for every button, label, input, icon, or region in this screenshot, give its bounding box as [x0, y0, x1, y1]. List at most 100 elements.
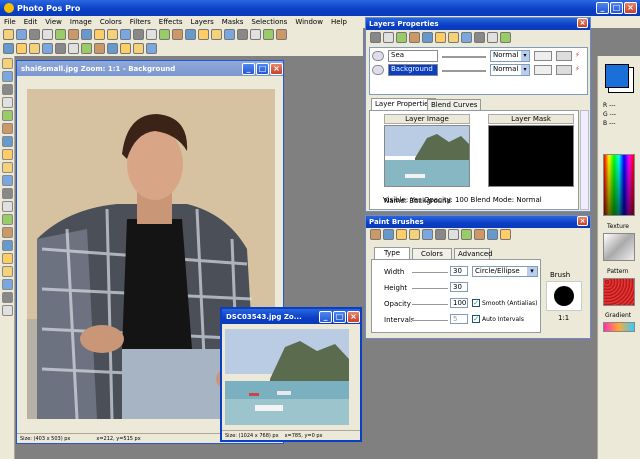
tool-text-icon[interactable]: [2, 227, 13, 238]
brightness-icon[interactable]: [81, 43, 92, 54]
intervals-slider[interactable]: [412, 320, 448, 322]
delete-layer-icon[interactable]: [383, 32, 394, 43]
filters-icon[interactable]: [133, 43, 144, 54]
print-icon[interactable]: [55, 29, 66, 40]
layers-close-button[interactable]: ×: [577, 18, 588, 28]
lock-icon[interactable]: [556, 65, 572, 75]
fx-icon[interactable]: ⚡: [575, 51, 584, 61]
tab-advanced[interactable]: Advanced: [454, 248, 493, 259]
tool-pointer-icon[interactable]: [2, 58, 13, 69]
tool-move-icon[interactable]: [2, 84, 13, 95]
chevron-down-icon[interactable]: ▾: [527, 267, 537, 276]
layer-row[interactable]: Background Normal ▾ ⚡: [370, 64, 587, 77]
close-button[interactable]: ×: [624, 2, 637, 14]
texture-swatch[interactable]: [603, 233, 635, 261]
sharpen-icon[interactable]: [120, 43, 131, 54]
minimize-button[interactable]: _: [596, 2, 609, 14]
doc1-close-button[interactable]: ×: [270, 63, 283, 75]
eyedrop-icon[interactable]: [500, 229, 511, 240]
color-spectrum[interactable]: [603, 154, 635, 216]
layer-row[interactable]: Sea Normal ▾ ⚡: [370, 50, 587, 63]
intervals-field[interactable]: 5: [450, 314, 468, 324]
opacity-slider[interactable]: [412, 304, 448, 306]
tool-dodge-icon[interactable]: [2, 266, 13, 277]
brushes-close-button[interactable]: ×: [577, 216, 588, 226]
copy-icon[interactable]: [94, 29, 105, 40]
globe-icon[interactable]: [55, 43, 66, 54]
menu-effects[interactable]: Effects: [155, 18, 187, 26]
stamp-icon[interactable]: [396, 229, 407, 240]
tool-crop-icon[interactable]: [2, 136, 13, 147]
menu-image[interactable]: Image: [66, 18, 96, 26]
blend-mode-select[interactable]: Normal ▾: [490, 50, 530, 62]
zoom-icon[interactable]: [146, 43, 157, 54]
paste2-icon[interactable]: [211, 29, 222, 40]
fx-icon[interactable]: ⚡: [575, 65, 584, 75]
pencil-icon[interactable]: [435, 229, 446, 240]
new-layer-icon[interactable]: [370, 32, 381, 43]
airbrush-icon[interactable]: [383, 229, 394, 240]
undo-icon[interactable]: [146, 29, 157, 40]
doc2-maximize-button[interactable]: □: [333, 311, 346, 323]
print-preview-icon[interactable]: [68, 29, 79, 40]
tool-shape-icon[interactable]: [2, 240, 13, 251]
spray-icon[interactable]: [422, 229, 433, 240]
marker-icon[interactable]: [409, 229, 420, 240]
smudge-icon[interactable]: [487, 229, 498, 240]
tool-magic-wand-icon[interactable]: [2, 123, 13, 134]
menu-file[interactable]: File: [0, 18, 20, 26]
flatten-icon[interactable]: [237, 29, 248, 40]
tool-smudge-icon[interactable]: [2, 253, 13, 264]
save-icon[interactable]: [29, 29, 40, 40]
tool-clone-icon[interactable]: [2, 175, 13, 186]
seascape-photo[interactable]: [225, 329, 349, 425]
menu-filters[interactable]: Filters: [126, 18, 155, 26]
redo-icon[interactable]: [159, 29, 170, 40]
brush-icon[interactable]: [370, 229, 381, 240]
new-icon[interactable]: [3, 29, 14, 40]
menu-view[interactable]: View: [41, 18, 66, 26]
cut-icon[interactable]: [172, 29, 183, 40]
tool-eyedropper-icon[interactable]: [2, 149, 13, 160]
save-as-icon[interactable]: [42, 29, 53, 40]
maximize-button[interactable]: □: [610, 2, 623, 14]
link-icon[interactable]: [534, 51, 552, 61]
menu-edit[interactable]: Edit: [20, 18, 42, 26]
tool-red-eye-icon[interactable]: [2, 279, 13, 290]
width-field[interactable]: 30: [450, 266, 468, 276]
link-icon[interactable]: [534, 65, 552, 75]
move-down-icon[interactable]: [461, 32, 472, 43]
tab-blend-curves[interactable]: Blend Curves: [427, 99, 482, 110]
crop-icon[interactable]: [133, 29, 144, 40]
doc2-close-button[interactable]: ×: [347, 311, 360, 323]
doc1-minimize-button[interactable]: _: [242, 63, 255, 75]
tool-brush-icon[interactable]: [2, 162, 13, 173]
tool-sharpen-icon[interactable]: [2, 305, 13, 316]
tab-colors[interactable]: Colors: [412, 248, 452, 259]
pattern-swatch[interactable]: [603, 278, 635, 306]
flip-v-icon[interactable]: [42, 43, 53, 54]
open-icon[interactable]: [16, 29, 27, 40]
height-slider[interactable]: [412, 288, 448, 290]
lock-icon[interactable]: [556, 51, 572, 61]
layers-titlebar[interactable]: Layers Properties: [366, 18, 590, 30]
merge-icon[interactable]: [224, 29, 235, 40]
shape-select[interactable]: Circle/Ellipse ▾: [472, 266, 538, 277]
palette-icon[interactable]: [68, 43, 79, 54]
tool-select-rect-icon[interactable]: [2, 97, 13, 108]
move-up-icon[interactable]: [487, 32, 498, 43]
width-slider[interactable]: [412, 272, 448, 274]
layer-name[interactable]: Background: [388, 64, 438, 76]
trash-icon[interactable]: [448, 32, 459, 43]
contrast-icon[interactable]: [94, 43, 105, 54]
paint-icon[interactable]: [263, 29, 274, 40]
layers-scrollbar[interactable]: [580, 110, 589, 210]
layer-image-thumb[interactable]: [384, 125, 470, 187]
scan-icon[interactable]: [81, 29, 92, 40]
tool-gradient-icon[interactable]: [2, 214, 13, 225]
layer-mask-thumb[interactable]: [488, 125, 574, 187]
layer-props-icon[interactable]: [396, 32, 407, 43]
move-down2-icon[interactable]: [474, 32, 485, 43]
move-top-icon[interactable]: [500, 32, 511, 43]
tool-eraser-icon[interactable]: [2, 188, 13, 199]
